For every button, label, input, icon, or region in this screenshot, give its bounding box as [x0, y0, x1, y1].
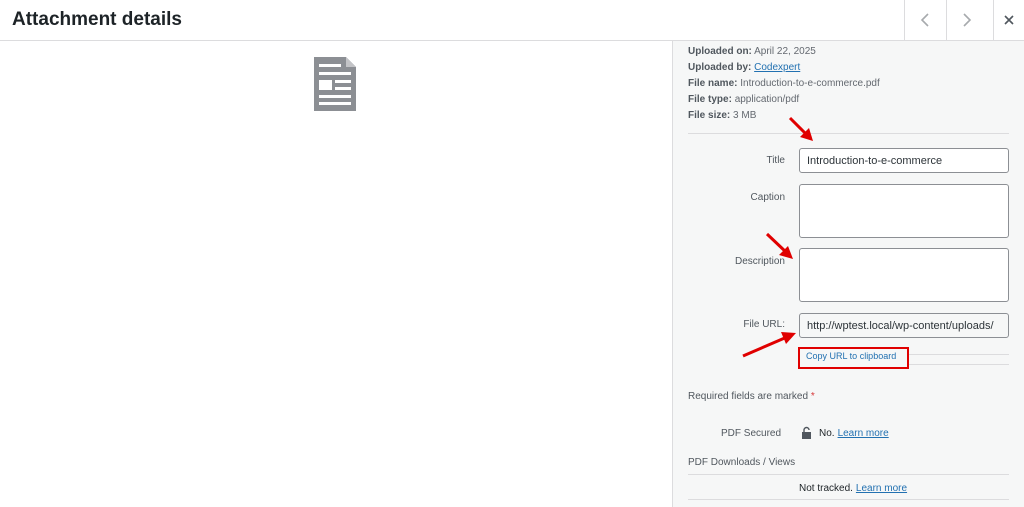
page-title: Attachment details	[12, 9, 182, 30]
file-name-row: File name: Introduction-to-e-commerce.pd…	[688, 78, 880, 89]
divider	[688, 133, 1009, 134]
attachment-sidebar: Uploaded on: April 22, 2025 Uploaded by:…	[672, 41, 1024, 507]
pdf-tracked-row: Not tracked. Learn more	[799, 483, 907, 494]
attachment-preview	[0, 41, 672, 507]
caption-label: Caption	[750, 192, 785, 203]
close-button[interactable]	[993, 0, 1024, 40]
next-button[interactable]	[946, 0, 987, 40]
attachment-details-modal: Attachment details Uploaded on: April 22…	[0, 0, 1024, 507]
file-type-value: application/pdf	[734, 94, 800, 105]
learn-more-link[interactable]: Learn more	[838, 428, 889, 439]
close-icon	[1004, 15, 1014, 25]
chevron-right-icon	[963, 13, 972, 27]
divider	[688, 499, 1009, 500]
copy-url-button[interactable]: Copy URL to clipboard	[806, 351, 896, 361]
divider	[688, 474, 1009, 475]
required-note: Required fields are marked *	[688, 391, 815, 402]
uploaded-on-value: April 22, 2025	[754, 46, 816, 57]
file-name-value: Introduction-to-e-commerce.pdf	[740, 78, 880, 89]
file-type-row: File type: application/pdf	[688, 94, 800, 105]
file-size-row: File size: 3 MB	[688, 110, 757, 121]
file-url-label: File URL:	[743, 319, 785, 330]
pdf-secured-label: PDF Secured	[721, 428, 782, 439]
uploaded-by-row: Uploaded by: Codexpert	[688, 62, 801, 73]
lock-icon	[802, 426, 811, 439]
title-input[interactable]: Introduction-to-e-commerce	[799, 148, 1009, 173]
pdf-secured-value-row: No. Learn more	[819, 428, 889, 439]
modal-header: Attachment details	[0, 0, 1024, 41]
caption-textarea[interactable]	[799, 184, 1009, 238]
learn-more-link-2[interactable]: Learn more	[856, 483, 907, 494]
description-textarea[interactable]	[799, 248, 1009, 302]
previous-button[interactable]	[904, 0, 945, 40]
pdf-secured-value: No.	[819, 428, 835, 439]
title-label: Title	[766, 155, 785, 166]
document-icon	[314, 57, 356, 111]
file-meta: Uploaded on: April 22, 2025 Uploaded by:…	[688, 44, 880, 124]
description-label: Description	[734, 256, 785, 267]
file-size-value: 3 MB	[733, 110, 757, 121]
uploaded-by-link[interactable]: Codexpert	[754, 62, 800, 73]
divider	[909, 354, 1009, 355]
uploaded-on-row: Uploaded on: April 22, 2025	[688, 46, 816, 57]
pdf-tracked-value: Not tracked.	[799, 483, 853, 494]
required-star: *	[810, 391, 815, 402]
divider	[909, 364, 1009, 365]
pdf-downloads-label: PDF Downloads / Views	[688, 457, 796, 468]
chevron-left-icon	[920, 13, 929, 27]
file-url-input[interactable]: http://wptest.local/wp-content/uploads/	[799, 313, 1009, 338]
required-text: Required fields are marked	[688, 391, 809, 402]
